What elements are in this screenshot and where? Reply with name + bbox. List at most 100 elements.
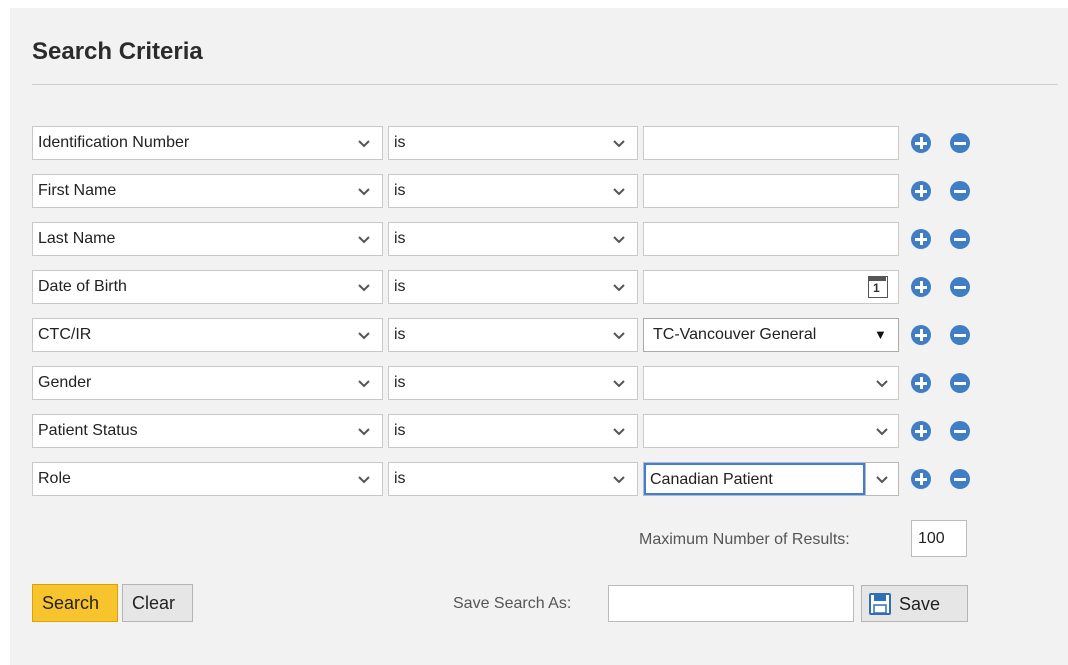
dropdown-arrow-icon: ▼ — [874, 327, 887, 342]
operator-select[interactable]: is — [388, 222, 638, 256]
plus-circle-icon[interactable] — [911, 421, 931, 441]
operator-select-value: is — [394, 470, 406, 487]
operator-select[interactable]: is — [388, 366, 638, 400]
field-select[interactable]: Last Name — [32, 222, 383, 256]
plus-circle-icon[interactable] — [911, 277, 931, 297]
save-search-input[interactable] — [608, 585, 854, 622]
criteria-row: Date of Birth is 1 — [32, 270, 992, 306]
value-select[interactable] — [643, 366, 899, 400]
operator-select[interactable]: is — [388, 462, 638, 496]
chevron-down-icon — [609, 127, 629, 161]
chevron-down-icon — [354, 367, 374, 401]
chevron-down-icon — [354, 175, 374, 209]
field-select[interactable]: CTC/IR — [32, 318, 383, 352]
plus-circle-icon[interactable] — [911, 325, 931, 345]
combobox-separator — [865, 463, 866, 495]
operator-select-value: is — [394, 422, 406, 439]
operator-select[interactable]: is — [388, 270, 638, 304]
max-results-input[interactable]: 100 — [911, 520, 967, 557]
field-select[interactable]: First Name — [32, 174, 383, 208]
field-select[interactable]: Role — [32, 462, 383, 496]
save-search-label: Save Search As: — [453, 595, 572, 612]
field-select[interactable]: Date of Birth — [32, 270, 383, 304]
value-input[interactable] — [643, 126, 899, 160]
value-input[interactable] — [643, 222, 899, 256]
operator-select-value: is — [394, 230, 406, 247]
minus-circle-icon[interactable] — [950, 469, 970, 489]
field-select-value: Patient Status — [38, 422, 138, 439]
clear-button-label: Clear — [132, 593, 176, 613]
field-select[interactable]: Patient Status — [32, 414, 383, 448]
minus-circle-icon[interactable] — [950, 373, 970, 393]
calendar-day: 1 — [873, 281, 880, 295]
value-input[interactable] — [643, 174, 899, 208]
chevron-down-icon — [872, 415, 892, 449]
minus-circle-icon[interactable] — [950, 277, 970, 297]
chevron-down-icon — [354, 319, 374, 353]
criteria-row: CTC/IR is TC-Vancouver General ▼ — [32, 318, 992, 354]
field-select-value: First Name — [38, 182, 117, 199]
role-combobox-input[interactable]: Canadian Patient — [644, 463, 865, 495]
date-input[interactable]: 1 — [643, 270, 899, 304]
criteria-row: Last Name is — [32, 222, 992, 258]
minus-circle-icon[interactable] — [950, 325, 970, 345]
operator-select-value: is — [394, 326, 406, 343]
field-select-value: Identification Number — [38, 134, 190, 151]
title-divider — [32, 84, 1058, 85]
chevron-down-icon — [354, 127, 374, 161]
operator-select[interactable]: is — [388, 414, 638, 448]
chevron-down-icon — [609, 463, 629, 497]
role-combobox-value: Canadian Patient — [650, 471, 773, 488]
operator-select-value: is — [394, 134, 406, 151]
plus-circle-icon[interactable] — [911, 469, 931, 489]
chevron-down-icon[interactable] — [872, 463, 892, 497]
field-select[interactable]: Identification Number — [32, 126, 383, 160]
plus-circle-icon[interactable] — [911, 181, 931, 201]
chevron-down-icon — [354, 415, 374, 449]
field-select-value: Gender — [38, 374, 92, 391]
max-results-value: 100 — [918, 530, 945, 547]
criteria-row: Identification Number is — [32, 126, 992, 162]
operator-select[interactable]: is — [388, 174, 638, 208]
plus-circle-icon[interactable] — [911, 373, 931, 393]
criteria-row: Patient Status is — [32, 414, 992, 450]
operator-select-value: is — [394, 374, 406, 391]
max-results-label: Maximum Number of Results: — [639, 531, 850, 548]
ctc-ir-select[interactable]: TC-Vancouver General ▼ — [643, 318, 899, 352]
minus-circle-icon[interactable] — [950, 421, 970, 441]
ctc-ir-select-value: TC-Vancouver General — [653, 326, 817, 343]
minus-circle-icon[interactable] — [950, 133, 970, 153]
search-button[interactable]: Search — [32, 584, 118, 622]
floppy-disk-icon — [869, 593, 891, 615]
operator-select[interactable]: is — [388, 126, 638, 160]
chevron-down-icon — [609, 367, 629, 401]
save-button-label: Save — [899, 594, 941, 614]
clear-button[interactable]: Clear — [122, 584, 193, 622]
plus-circle-icon[interactable] — [911, 229, 931, 249]
chevron-down-icon — [609, 415, 629, 449]
field-select-value: Date of Birth — [38, 278, 127, 295]
chevron-down-icon — [354, 223, 374, 257]
operator-select-value: is — [394, 278, 406, 295]
save-button[interactable]: Save — [861, 585, 968, 622]
chevron-down-icon — [609, 175, 629, 209]
field-select[interactable]: Gender — [32, 366, 383, 400]
criteria-row: Role is Canadian Patient — [32, 462, 992, 498]
page-title: Search Criteria — [32, 38, 203, 65]
plus-circle-icon[interactable] — [911, 133, 931, 153]
value-select[interactable] — [643, 414, 899, 448]
chevron-down-icon — [609, 319, 629, 353]
minus-circle-icon[interactable] — [950, 181, 970, 201]
field-select-value: CTC/IR — [38, 326, 92, 343]
role-combobox[interactable]: Canadian Patient — [643, 462, 899, 496]
field-select-value: Role — [38, 470, 71, 487]
minus-circle-icon[interactable] — [950, 229, 970, 249]
search-button-label: Search — [42, 593, 100, 613]
chevron-down-icon — [609, 271, 629, 305]
calendar-icon[interactable]: 1 — [868, 276, 888, 298]
chevron-down-icon — [609, 223, 629, 257]
operator-select[interactable]: is — [388, 318, 638, 352]
chevron-down-icon — [354, 271, 374, 305]
criteria-row: First Name is — [32, 174, 992, 210]
criteria-row: Gender is — [32, 366, 992, 402]
